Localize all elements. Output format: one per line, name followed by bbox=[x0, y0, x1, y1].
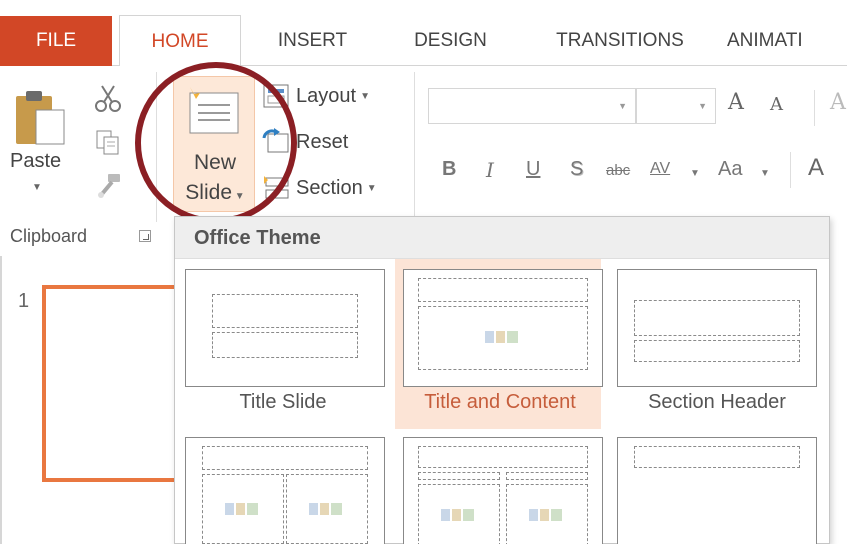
title-placeholder bbox=[202, 446, 368, 470]
font-name-combo[interactable]: ▼ bbox=[428, 88, 636, 124]
text-shadow-button[interactable]: S bbox=[570, 158, 583, 181]
font-name-dropdown-icon[interactable]: ▼ bbox=[618, 101, 627, 111]
layout-label: Section Header bbox=[648, 391, 786, 413]
group-separator bbox=[414, 72, 415, 222]
layout-thumbnail bbox=[617, 269, 817, 387]
font-size-dropdown-icon[interactable]: ▼ bbox=[698, 101, 707, 111]
slide-pane-border bbox=[0, 256, 2, 544]
content-icons-icon bbox=[309, 503, 342, 515]
clipboard-group-label: Clipboard bbox=[10, 226, 88, 246]
content-placeholder-left bbox=[418, 484, 500, 544]
layout-comparison[interactable] bbox=[395, 427, 603, 544]
content-placeholder-right bbox=[286, 474, 368, 544]
underline-button[interactable]: U bbox=[526, 158, 540, 181]
tab-home[interactable]: HOME bbox=[119, 15, 241, 67]
tab-file[interactable]: FILE bbox=[0, 16, 112, 66]
heading-placeholder-left bbox=[418, 472, 500, 480]
layout-gallery: Office Theme Title Slide Title and Conte… bbox=[174, 216, 830, 544]
layout-thumbnail bbox=[403, 269, 603, 387]
layout-label: Title Slide bbox=[239, 391, 327, 413]
font-color-button[interactable]: A bbox=[808, 154, 824, 182]
title-placeholder bbox=[212, 294, 358, 328]
tab-transitions[interactable]: TRANSITIONS bbox=[530, 15, 710, 66]
content-icons-icon bbox=[529, 509, 562, 521]
annotation-circle bbox=[135, 62, 297, 224]
clipboard-launcher-icon[interactable] bbox=[139, 230, 151, 242]
clear-formatting-icon[interactable]: A bbox=[830, 90, 846, 115]
heading-placeholder-right bbox=[506, 472, 588, 480]
layout-section-header[interactable]: Section Header bbox=[609, 259, 817, 429]
cut-icon[interactable] bbox=[92, 82, 124, 114]
paste-dropdown-icon[interactable]: ▼ bbox=[32, 182, 42, 193]
layout-title-only[interactable] bbox=[609, 427, 817, 544]
layout-two-content[interactable] bbox=[175, 427, 385, 544]
slide-number: 1 bbox=[18, 290, 30, 312]
paste-button[interactable]: Paste bbox=[10, 150, 61, 173]
grow-font-button[interactable]: A bbox=[728, 90, 744, 115]
ribbon-tab-bar: FILE HOME INSERT DESIGN TRANSITIONS ANIM… bbox=[0, 0, 847, 67]
layout-title-slide[interactable]: Title Slide bbox=[175, 259, 385, 429]
spacing-dropdown-icon[interactable]: ▼ bbox=[690, 168, 700, 179]
group-separator bbox=[790, 152, 791, 188]
font-size-combo[interactable]: ▼ bbox=[636, 88, 716, 124]
layout-thumbnail bbox=[185, 437, 385, 544]
text-placeholder bbox=[634, 340, 800, 362]
strikethrough-button[interactable]: abc bbox=[606, 162, 630, 179]
change-case-dropdown-icon[interactable]: ▼ bbox=[760, 168, 770, 179]
content-placeholder bbox=[418, 306, 588, 370]
italic-button[interactable]: I bbox=[486, 158, 494, 182]
slide-thumbnail[interactable] bbox=[42, 285, 192, 482]
tab-insert[interactable]: INSERT bbox=[250, 15, 375, 66]
content-icons-icon bbox=[225, 503, 258, 515]
title-placeholder bbox=[634, 446, 800, 468]
layout-thumbnail bbox=[185, 269, 385, 387]
layout-label: Title and Content bbox=[424, 391, 576, 413]
title-placeholder bbox=[418, 278, 588, 302]
layout-thumbnail bbox=[617, 437, 817, 544]
character-spacing-button[interactable]: AV bbox=[650, 160, 670, 178]
content-placeholder-right bbox=[506, 484, 588, 544]
layout-thumbnail bbox=[403, 437, 603, 544]
change-case-button[interactable]: Aa bbox=[718, 158, 742, 181]
copy-icon[interactable] bbox=[94, 128, 122, 156]
shrink-font-button[interactable]: A bbox=[770, 94, 783, 115]
subtitle-placeholder bbox=[212, 332, 358, 358]
bold-button[interactable]: B bbox=[442, 158, 456, 181]
gallery-title: Office Theme bbox=[194, 227, 321, 249]
title-placeholder bbox=[634, 300, 800, 336]
tab-design[interactable]: DESIGN bbox=[388, 15, 513, 66]
content-placeholder-left bbox=[202, 474, 284, 544]
paste-icon[interactable] bbox=[14, 86, 72, 156]
gallery-header: Office Theme bbox=[175, 217, 829, 259]
group-separator bbox=[814, 90, 815, 126]
content-icons-icon bbox=[485, 331, 518, 343]
tab-animations[interactable]: ANIMATI bbox=[727, 15, 847, 66]
title-placeholder bbox=[418, 446, 588, 468]
layout-title-and-content[interactable]: Title and Content bbox=[395, 259, 603, 429]
content-icons-icon bbox=[441, 509, 474, 521]
format-painter-icon[interactable] bbox=[94, 170, 124, 200]
